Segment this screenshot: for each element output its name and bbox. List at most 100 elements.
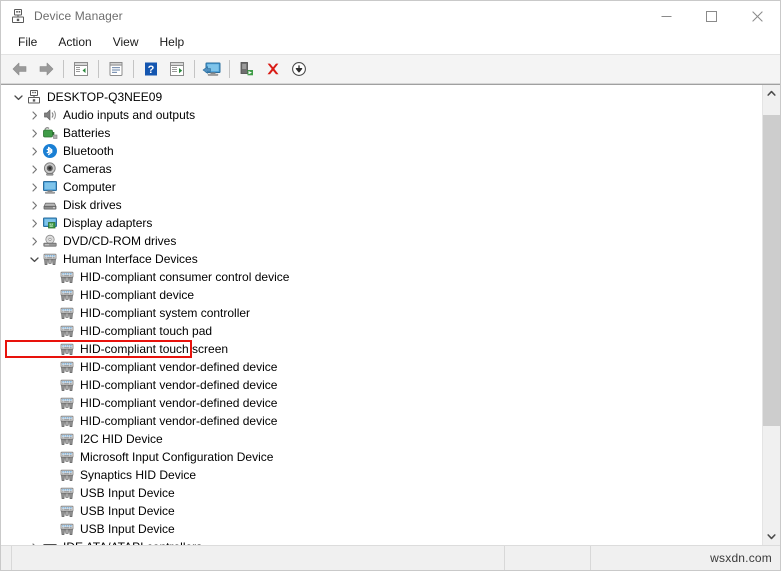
separator-4 (194, 60, 195, 78)
tree-item-label: HID-compliant touch pad (80, 324, 213, 338)
disk-drive-icon (42, 197, 58, 213)
tree-item-label: Computer (63, 180, 116, 194)
scroll-up-button[interactable] (763, 85, 780, 102)
tree-row-audio[interactable]: Audio inputs and outputs (1, 106, 762, 124)
toolbar: ? (1, 54, 780, 84)
forward-arrow-icon (39, 62, 54, 76)
minimize-button[interactable] (644, 1, 689, 31)
tree-row-batteries[interactable]: Batteries (1, 124, 762, 142)
tree-item-label: I2C HID Device (80, 432, 163, 446)
tree-row-human-interface-devices[interactable]: Human Interface Devices (1, 250, 762, 268)
hid-icon (59, 359, 75, 375)
chevron-down-icon[interactable] (26, 250, 42, 268)
tree-row-usb-input-device-3[interactable]: USB Input Device (1, 520, 762, 538)
device-manager-window: Device Manager File Action View Help ? D… (0, 0, 781, 571)
device-tree[interactable]: DESKTOP-Q3NEE09 Audio inputs and outputs (1, 85, 762, 545)
tree-row-usb-input-device-2[interactable]: USB Input Device (1, 502, 762, 520)
tree-row-hid-touch-pad[interactable]: HID-compliant touch pad (1, 322, 762, 340)
back-button[interactable] (7, 57, 33, 81)
tree-item-label: HID-compliant vendor-defined device (80, 414, 278, 428)
tree-item-label: HID-compliant vendor-defined device (80, 378, 278, 392)
tree-row-hid-system-controller[interactable]: HID-compliant system controller (1, 304, 762, 322)
chevron-right-icon[interactable] (26, 106, 42, 124)
enable-device-button[interactable] (234, 57, 260, 81)
scroll-track[interactable] (763, 102, 780, 528)
tree-item-label: USB Input Device (80, 504, 175, 518)
tree-row-hid-touch-screen[interactable]: HID-compliant touch screen (1, 340, 762, 358)
hid-icon (59, 377, 75, 393)
scroll-thumb[interactable] (763, 114, 780, 426)
hid-icon (59, 503, 75, 519)
computer-root-icon (26, 89, 42, 105)
chevron-right-icon[interactable] (26, 214, 42, 232)
tree-row-hid-vendor-defined-3[interactable]: HID-compliant vendor-defined device (1, 394, 762, 412)
status-cell-watermark: wsxdn.com (591, 546, 780, 570)
tree-row-bluetooth[interactable]: Bluetooth (1, 142, 762, 160)
chevron-right-icon[interactable] (26, 124, 42, 142)
window-title: Device Manager (34, 9, 123, 23)
disable-device-button[interactable] (286, 57, 312, 81)
separator-5 (229, 60, 230, 78)
tree-row-hid-vendor-defined-1[interactable]: HID-compliant vendor-defined device (1, 358, 762, 376)
tree-row-display-adapters[interactable]: Display adapters (1, 214, 762, 232)
tree-row-dvd-drives[interactable]: DVD/CD-ROM drives (1, 232, 762, 250)
tree-item-label: HID-compliant system controller (80, 306, 251, 320)
menu-file[interactable]: File (9, 33, 46, 52)
tree-row-usb-input-device-1[interactable]: USB Input Device (1, 484, 762, 502)
tree-row-i2c-hid-device[interactable]: I2C HID Device (1, 430, 762, 448)
tree-row-hid-vendor-defined-2[interactable]: HID-compliant vendor-defined device (1, 376, 762, 394)
svg-text:?: ? (148, 64, 155, 76)
hid-icon (59, 269, 75, 285)
status-cell-main (12, 546, 505, 570)
tree-row-ide-ata-atapi-controllers[interactable]: IDE ATA/ATAPI controllers (1, 538, 762, 545)
show-hide-console-tree-button[interactable] (68, 57, 94, 81)
tree-row-computer[interactable]: Computer (1, 178, 762, 196)
status-bar: wsxdn.com (1, 545, 780, 570)
tree-row-hid-vendor-defined-4[interactable]: HID-compliant vendor-defined device (1, 412, 762, 430)
chevron-up-icon (767, 90, 776, 96)
help-button[interactable]: ? (138, 57, 164, 81)
chevron-right-icon[interactable] (26, 142, 42, 160)
status-cell-left (1, 546, 12, 570)
menu-help[interactable]: Help (151, 33, 194, 52)
help-question-icon: ? (145, 62, 157, 76)
vertical-scrollbar[interactable] (762, 85, 780, 545)
update-driver-button[interactable] (164, 57, 190, 81)
tree-item-label: HID-compliant device (80, 288, 195, 302)
maximize-button[interactable] (689, 1, 734, 31)
separator-3 (133, 60, 134, 78)
scroll-down-button[interactable] (763, 528, 780, 545)
scan-hardware-icon (202, 62, 221, 76)
tree-row-hid-compliant-device[interactable]: HID-compliant device (1, 286, 762, 304)
tree-row-disk-drives[interactable]: Disk drives (1, 196, 762, 214)
hid-icon (59, 323, 75, 339)
tree-item-label: Disk drives (63, 198, 122, 212)
chevron-right-icon[interactable] (26, 178, 42, 196)
chevron-down-icon[interactable] (10, 88, 26, 106)
chevron-right-icon[interactable] (26, 232, 42, 250)
chevron-right-icon[interactable] (26, 538, 42, 545)
tree-row-synaptics-hid-device[interactable]: Synaptics HID Device (1, 466, 762, 484)
menu-action[interactable]: Action (49, 33, 100, 52)
properties-button[interactable] (103, 57, 129, 81)
forward-button[interactable] (33, 57, 59, 81)
status-cell-secondary (505, 546, 591, 570)
menu-view[interactable]: View (104, 33, 148, 52)
tree-item-label: IDE ATA/ATAPI controllers (63, 538, 202, 545)
close-button[interactable] (734, 1, 780, 31)
speaker-icon (42, 107, 58, 123)
tree-row-cameras[interactable]: Cameras (1, 160, 762, 178)
hid-icon (59, 485, 75, 501)
uninstall-device-button[interactable] (260, 57, 286, 81)
tree-row-hid-consumer-control[interactable]: HID-compliant consumer control device (1, 268, 762, 286)
scan-for-hardware-changes-button[interactable] (199, 57, 225, 81)
hid-icon (59, 305, 75, 321)
tree-item-label: USB Input Device (80, 486, 175, 500)
chevron-right-icon[interactable] (26, 160, 42, 178)
separator-1 (63, 60, 64, 78)
tree-row-microsoft-input-configuration-device[interactable]: Microsoft Input Configuration Device (1, 448, 762, 466)
chevron-right-icon[interactable] (26, 196, 42, 214)
hid-icon (59, 449, 75, 465)
tree-row-root[interactable]: DESKTOP-Q3NEE09 (1, 88, 762, 106)
tree-item-label: Audio inputs and outputs (63, 108, 196, 122)
